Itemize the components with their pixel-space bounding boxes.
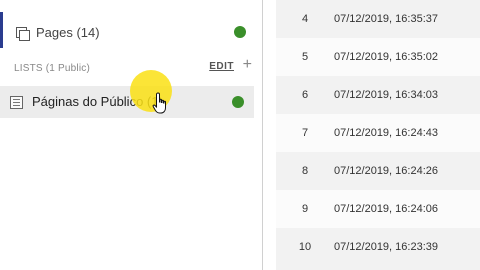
row-number: 4: [301, 13, 309, 25]
row-number: 10: [298, 241, 312, 253]
table-row: 7 07/12/2019, 16:24:43: [276, 114, 480, 152]
row-timestamp: 07/12/2019, 16:24:06: [334, 203, 438, 215]
status-dot-icon: [234, 26, 246, 38]
hand-cursor-icon: [152, 92, 166, 114]
row-number: 7: [301, 127, 309, 139]
list-item-public-pages[interactable]: Páginas do Público (1): [0, 86, 254, 118]
row-timestamp: 07/12/2019, 16:35:37: [334, 13, 438, 25]
sidebar: Pages (14) LISTS (1 Public) EDIT + Págin…: [0, 0, 262, 270]
row-timestamp: 07/12/2019, 16:34:03: [334, 89, 438, 101]
table-row: 9 07/12/2019, 16:24:06: [276, 190, 480, 228]
table-row: 6 07/12/2019, 16:34:03: [276, 76, 480, 114]
row-timestamp: 07/12/2019, 16:24:43: [334, 127, 438, 139]
active-indicator: [0, 12, 3, 48]
table-row: 4 07/12/2019, 16:35:37: [276, 0, 480, 38]
row-number: 6: [301, 89, 309, 101]
sidebar-item-pages[interactable]: Pages (14): [16, 20, 254, 44]
status-dot-icon: [232, 96, 244, 108]
lists-label: LISTS (1 Public): [14, 62, 91, 74]
row-timestamp: 07/12/2019, 16:35:02: [334, 51, 438, 63]
divider: [262, 0, 263, 270]
row-number: 9: [301, 203, 309, 215]
row-timestamp: 07/12/2019, 16:23:39: [334, 241, 438, 253]
table-row: 5 07/12/2019, 16:35:02: [276, 38, 480, 76]
row-timestamp: 07/12/2019, 16:24:26: [334, 165, 438, 177]
row-number: 8: [301, 165, 309, 177]
pages-icon: [16, 25, 30, 41]
sidebar-item-pages-label: Pages (14): [36, 24, 100, 40]
row-number: 5: [301, 51, 309, 63]
history-table: 4 07/12/2019, 16:35:37 5 07/12/2019, 16:…: [276, 0, 480, 270]
table-row: 10 07/12/2019, 16:23:39: [276, 228, 480, 266]
list-icon: [10, 96, 23, 109]
lists-header: LISTS (1 Public) EDIT +: [14, 57, 254, 76]
edit-lists-link[interactable]: EDIT: [209, 61, 234, 72]
add-list-icon[interactable]: +: [243, 57, 252, 73]
table-row: 8 07/12/2019, 16:24:26: [276, 152, 480, 190]
